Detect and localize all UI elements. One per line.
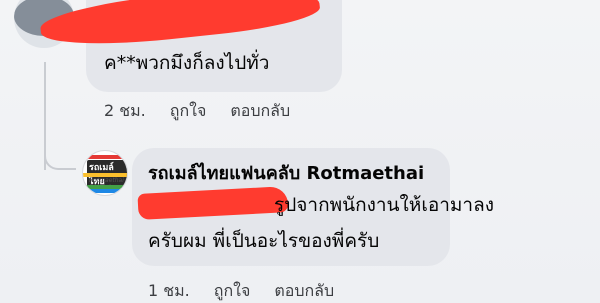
like-button[interactable]: ถูกใจ (170, 99, 207, 124)
mention-redaction-mark (137, 186, 289, 220)
reply-author-name[interactable]: รถเมล์ไทยแฟนคลับ Rotmaethai (148, 158, 424, 187)
reply-text-line1: รูปจากพนักงานให้เอามาลง (274, 194, 495, 216)
reply-timestamp[interactable]: 1 ชม. (148, 279, 190, 303)
reply-author-avatar[interactable]: รถเมล์ไทย Rotmaethai Fanclub (82, 150, 128, 196)
reply-button[interactable]: ตอบกลับ (274, 279, 334, 303)
comment-timestamp[interactable]: 2 ชม. (104, 99, 146, 124)
comment-text: ค**พวกมึงก็ลงไปทั่ว (104, 52, 270, 74)
comment-actions: 2 ชม. ถูกใจ ตอบกลับ (104, 99, 290, 124)
like-button[interactable]: ถูกใจ (214, 279, 251, 303)
reply-button[interactable]: ตอบกลับ (230, 99, 290, 124)
avatar-stripe (83, 189, 127, 193)
avatar-stripe (83, 155, 127, 159)
reply-bubble: รถเมล์ไทยแฟนคลับ Rotmaethai รูปจากพนักงา… (132, 148, 494, 266)
reply-text-line2: ครับผม พี่เป็นอะไรของพี่ครับ (148, 230, 380, 252)
reply-actions: 1 ชม. ถูกใจ ตอบกลับ (148, 279, 334, 303)
comment-thread: ค**พวกมึงก็ลงไปทั่ว 2 ชม. ถูกใจ ตอบกลับ … (0, 0, 600, 303)
thread-connector-curve (44, 148, 76, 170)
